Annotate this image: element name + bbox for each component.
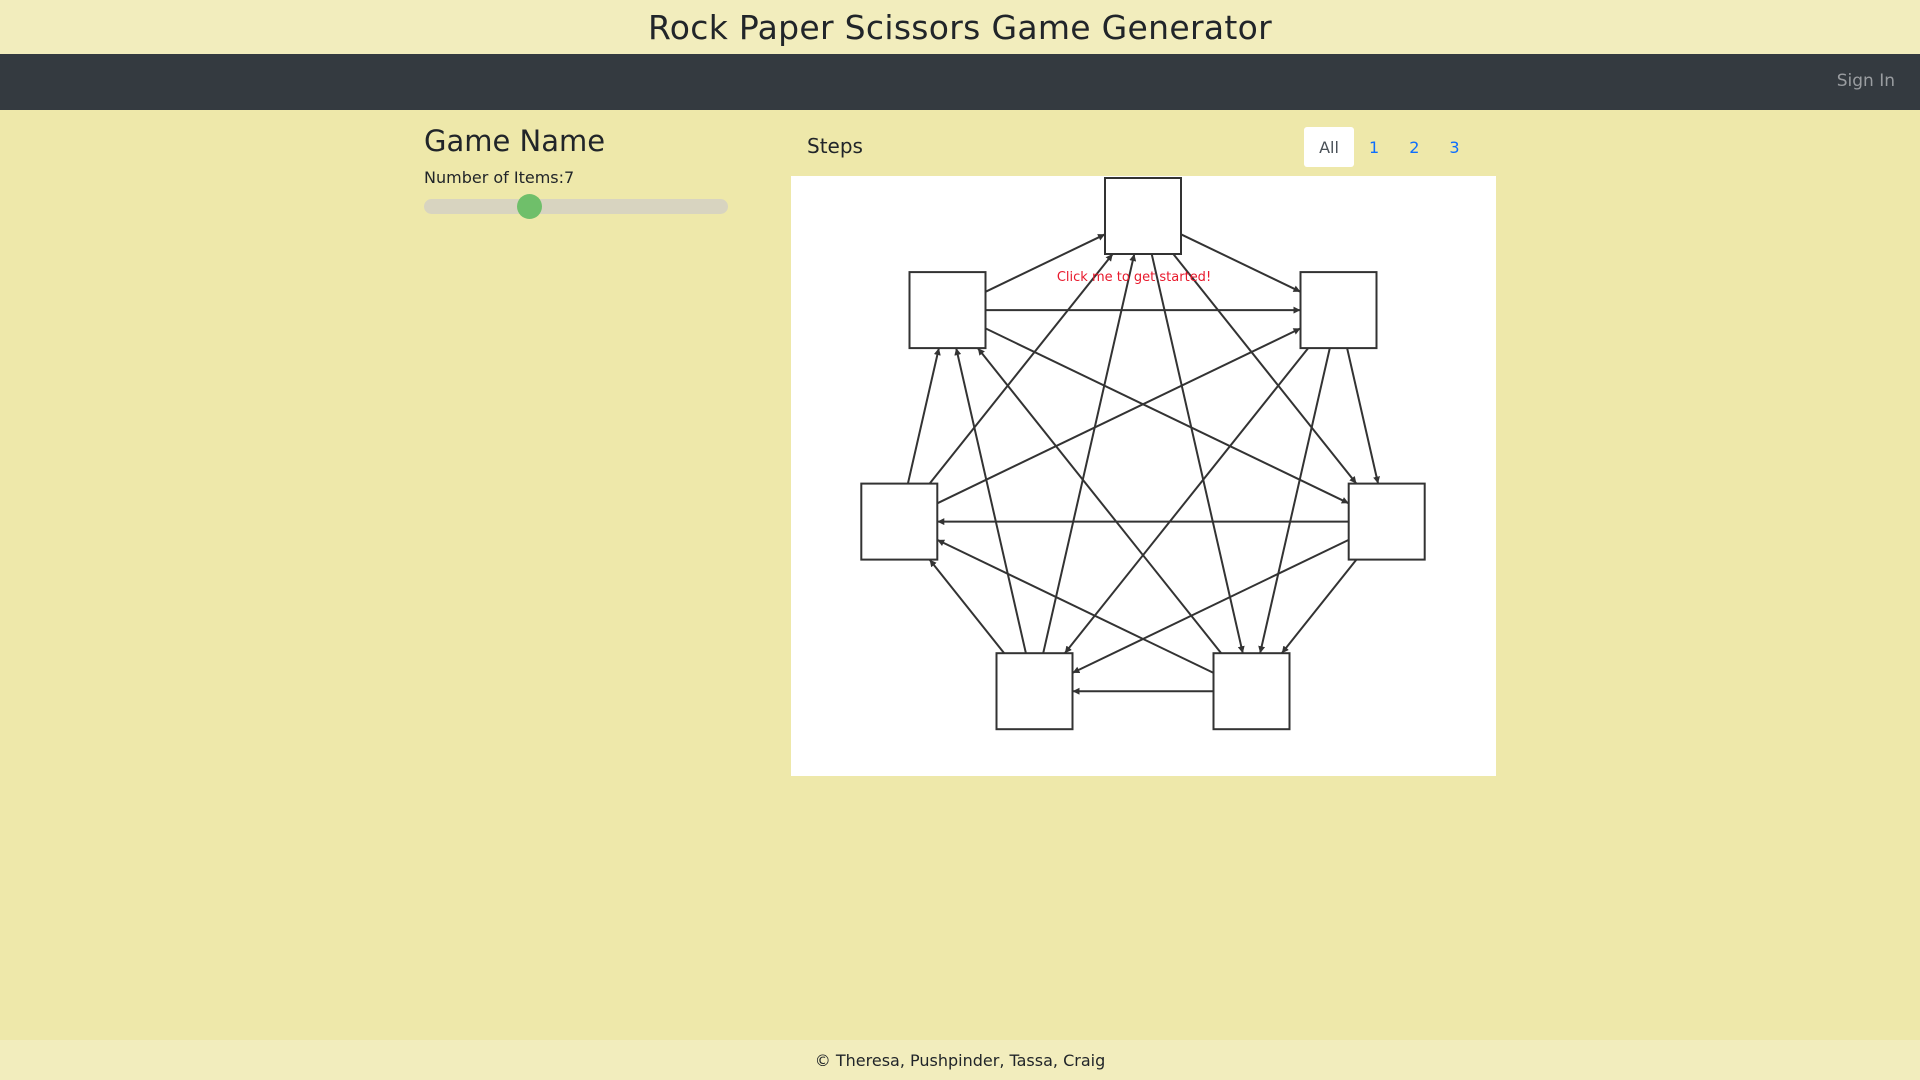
page-header: Rock Paper Scissors Game Generator [0,0,1920,54]
nodes-layer [860,177,1426,731]
graph-node-5[interactable] [995,652,1074,731]
footer-credits: © Theresa, Pushpinder, Tassa, Craig [814,1050,1106,1070]
game-graph: Click me to get started! [860,177,1426,731]
graph-edge [936,538,1214,674]
graph-edge [936,327,1301,505]
get-started-label[interactable]: Click me to get started! [1057,270,1211,285]
graph-edge [1042,253,1137,654]
step-tabs: All 1 2 3 [1304,127,1475,167]
items-slider[interactable] [424,194,728,219]
graph-edge [906,347,941,484]
game-settings-panel: Game Name Number of Items:7 [424,124,734,219]
navbar: Sign In [0,54,1920,110]
graph-edge [1072,538,1350,674]
graph-edge [977,347,1222,654]
page-title: Rock Paper Scissors Game Generator [648,7,1272,47]
graph-node-6[interactable] [860,482,939,561]
game-graph-panel: Click me to get started! [791,176,1496,776]
sign-in-link[interactable]: Sign In [1837,71,1895,91]
tab-step-2[interactable]: 2 [1394,127,1434,167]
graph-edge [1346,347,1380,484]
graph-edge [1150,253,1245,654]
tab-step-1[interactable]: 1 [1354,127,1394,167]
tab-step-3[interactable]: 3 [1434,127,1474,167]
game-name-heading: Game Name [424,124,606,158]
items-slider-thumb[interactable] [517,194,542,219]
graph-node-4[interactable] [1212,652,1291,731]
items-count-label: Number of Items:7 [424,168,734,187]
graph-edge [985,327,1350,505]
graph-node-1[interactable] [1104,177,1182,255]
graph-node-7[interactable] [908,271,987,350]
graph-edge [928,558,1005,654]
footer: © Theresa, Pushpinder, Tassa, Craig [0,1040,1920,1080]
tab-all[interactable]: All [1304,127,1354,167]
steps-heading: Steps [807,134,863,158]
graph-edge [1064,347,1309,654]
items-count-text: Number of Items:7 [424,168,575,187]
graph-edge [1281,558,1358,654]
graph-node-2[interactable] [1299,271,1378,350]
graph-node-3[interactable] [1347,482,1426,561]
